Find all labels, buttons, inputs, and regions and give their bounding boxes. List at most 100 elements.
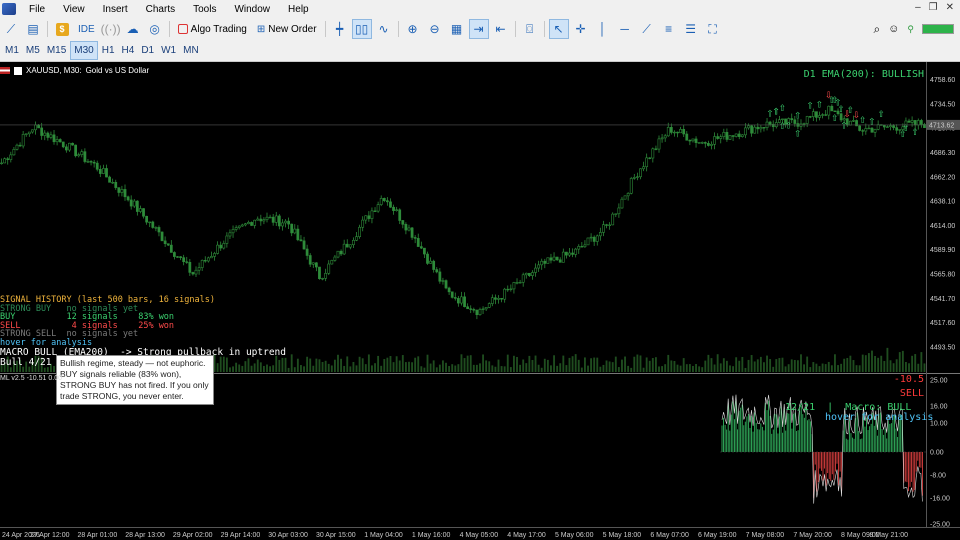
autoscroll-icon[interactable]: ⇥ [468,19,489,39]
menu-help[interactable]: Help [279,4,318,15]
cloud-icon[interactable]: ☁ [123,19,143,39]
tf-m1[interactable]: M1 [2,42,22,59]
d1-ema-label: D1 EMA(200): BULLISH [803,69,924,80]
oscillator-hover-link[interactable]: hover for analysis [825,412,933,423]
candle-body [89,161,93,163]
volume-bar [741,356,744,372]
volume-bar [827,361,830,372]
candle-body [676,131,679,134]
menu-tools[interactable]: Tools [184,4,225,15]
chart-shift-icon[interactable]: ⇤ [491,19,511,39]
volume-bar [503,366,506,372]
menu-window[interactable]: Window [225,4,279,15]
tf-m5[interactable]: M5 [23,42,43,59]
algo-trading-label: Algo Trading [190,23,247,35]
signal-history-panel: SIGNAL HISTORY (last 500 bars, 16 signal… [0,296,215,348]
price-tick-label: 4493.50 [930,345,955,352]
fibonacci-icon[interactable]: ☰ [681,19,701,39]
volume-bar [269,366,272,372]
current-price-label: 4713.62 [929,122,954,129]
close-icon[interactable]: ✕ [946,2,954,13]
menu-file[interactable]: File [20,4,54,15]
menu-insert[interactable]: Insert [94,4,137,15]
candle-body [478,309,482,316]
volume-bar [614,356,617,372]
chart-template-icon[interactable]: ▤ [23,19,43,39]
volume-bar [676,364,679,372]
search-icon[interactable]: ⌕ [873,22,880,37]
market-icon[interactable]: $ [52,19,72,39]
volume-bar [423,367,426,372]
volume-bar [417,356,420,372]
channel-icon[interactable]: ≡ [659,19,679,39]
volume-bar [738,360,741,372]
candle-body [605,224,608,226]
candle-body [506,288,510,291]
ide-button[interactable]: IDE [74,19,99,39]
volume-bar [219,356,222,372]
minimize-icon[interactable]: – [915,2,921,13]
candle-body [423,247,426,255]
menu-view[interactable]: View [54,4,94,15]
profile-icon[interactable]: ☺ [888,23,899,35]
volume-bar [278,359,281,372]
signals-icon[interactable]: ((·)) [101,19,121,39]
restore-icon[interactable]: ❐ [929,2,938,13]
candle-body [18,144,22,147]
algo-trading-button[interactable]: Algo Trading [174,19,251,39]
crosshair-icon[interactable]: ✛ [571,19,591,39]
time-tick-label: 7 May 08:00 [746,532,785,539]
vertical-line-icon[interactable]: │ [593,19,613,39]
candle-body [385,200,389,203]
globe-icon[interactable]: ◎ [145,19,165,39]
zoom-in-icon[interactable]: ⊕ [403,19,423,39]
tf-m30[interactable]: M30 [70,41,98,60]
volume-bar [479,363,481,372]
trendline-icon[interactable]: ⟋ [637,19,657,39]
candle-body [555,256,559,261]
chart-type-icon[interactable]: ⟋ [1,19,21,39]
volume-bar [577,359,580,372]
tf-h4[interactable]: H4 [119,42,138,59]
candle-body [148,221,152,224]
zoom-out-icon[interactable]: ⊖ [425,19,445,39]
volume-bar [898,352,901,372]
candle-body [6,158,10,160]
chart-area[interactable]: ⇧ ⇧ ⇧ ⇧ ⇧ ⇩ ⇧ ⇩ ⇧ ⇧ ⇧ ⇧ ⇧ ⇧ ⇧ ⇧ ⇧ ⇧ ⇧ ⇧ ⇧ ⇩ ⇧ ⇧ ⇧ ⇧ 4758.60 4734.5… [0,62,960,540]
volume-bar [861,354,864,372]
tf-mn[interactable]: MN [180,42,202,59]
candle-body [497,298,500,300]
new-order-button[interactable]: ⊞ New Order [253,19,321,39]
volume-bar [389,356,392,372]
candle-body [913,120,917,126]
tf-d1[interactable]: D1 [138,42,157,59]
bar-chart-icon[interactable]: ┿ [330,19,350,39]
volume-bar [682,358,685,372]
candle-body [546,257,550,264]
volume-bar [340,358,343,372]
shapes-icon[interactable]: ⛶ [703,19,723,39]
candle-body [120,189,124,193]
candle-body [648,157,652,159]
menu-charts[interactable]: Charts [137,4,184,15]
signal-markers: ⇧⇧⇧⇧⇧ ⇩⇧⇩⇧⇧⇧⇧⇧⇧⇧⇧⇧⇧⇧ ⇧⇧ ⇩⇧⇧⇧⇧ [766,91,919,140]
candle-body [24,133,28,135]
tf-m15[interactable]: M15 [44,42,69,59]
grid-icon[interactable]: ▦ [447,19,467,39]
volume-bar [852,360,855,372]
volume-bar [713,364,716,372]
volume-bar [580,367,583,372]
screenshot-icon[interactable]: ⌼ [520,19,540,39]
line-chart-icon[interactable]: ∿ [374,19,394,39]
cursor-icon[interactable]: ↖ [548,19,569,39]
horizontal-line-icon[interactable]: ─ [615,19,635,39]
candle-body [339,250,343,255]
volume-bar [497,359,500,372]
candlestick-icon[interactable]: ▯▯ [351,19,372,39]
tf-w1[interactable]: W1 [158,42,179,59]
buy-arrow-icon: ⇧ [816,100,824,110]
tf-h1[interactable]: H1 [99,42,118,59]
toolbar-separator [514,21,516,37]
volume-bar [543,358,546,372]
candle-body [558,259,562,263]
